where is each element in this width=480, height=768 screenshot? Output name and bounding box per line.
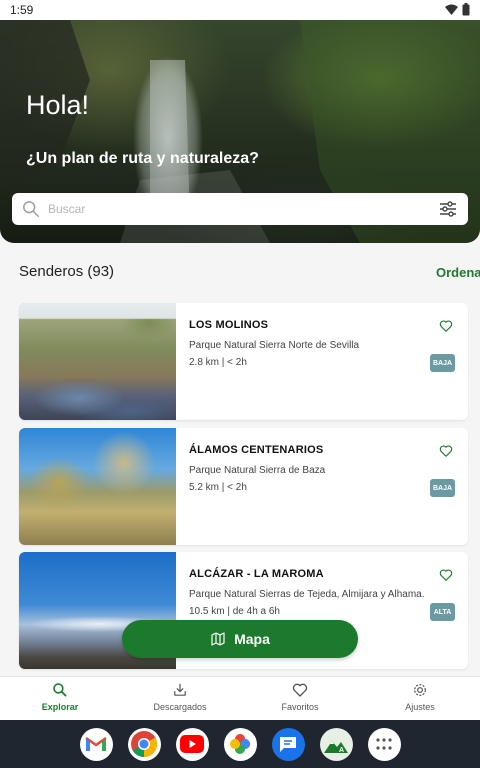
status-time: 1:59 [10,3,34,17]
trail-park: Parque Natural Sierras de Tejeda, Almija… [189,589,425,600]
trail-name: ALCÁZAR - LA MAROMA [189,568,324,580]
trail-park: Parque Natural Sierra de Baza [189,465,326,476]
trail-card[interactable]: LOS MOLINOS Parque Natural Sierra Norte … [19,303,468,420]
messages-icon[interactable] [271,727,305,761]
chrome-icon[interactable] [127,727,161,761]
trail-card[interactable]: ÁLAMOS CENTENARIOS Parque Natural Sierra… [19,428,468,545]
nav-explore[interactable]: Explorar [0,677,120,720]
nav-label: Descargados [153,702,207,712]
youtube-icon[interactable] [175,727,209,761]
trail-meta: 5.2 km | < 2h [189,482,247,493]
greeting-title: Hola! [26,90,90,120]
search-icon [23,201,39,217]
trail-park: Parque Natural Sierra Norte de Sevilla [189,340,360,351]
favorite-heart-icon[interactable] [439,568,453,582]
nav-downloads[interactable]: Descargados [120,677,240,720]
hero-subtitle: ¿Un plan de ruta y naturaleza? [26,150,259,167]
download-icon [174,683,186,696]
trail-name: LOS MOLINOS [189,319,269,331]
search-icon [53,683,67,697]
map-icon [211,632,225,646]
difficulty-badge: BAJA [430,479,455,497]
settings-icon [414,684,426,696]
nav-label: Explorar [41,702,79,712]
trail-image [19,428,176,545]
filter-icon[interactable] [438,199,458,219]
status-bar: 1:59 [0,0,480,20]
svg-text:A: A [339,747,344,754]
trails-app-icon[interactable]: A [319,727,353,761]
difficulty-badge: BAJA [430,354,455,372]
map-button[interactable]: Mapa [122,620,358,658]
sort-button[interactable]: Ordenar [436,265,480,280]
difficulty-badge: ALTA [430,603,455,621]
status-icons [445,3,470,16]
app-drawer-icon[interactable] [367,727,401,761]
nav-favorites[interactable]: Favoritos [240,677,360,720]
photos-icon[interactable] [223,727,257,761]
trail-meta: 10.5 km | de 4h a 6h [189,606,280,617]
heart-icon [292,683,308,697]
trail-image [19,303,176,420]
hero-banner: Hola! ¿Un plan de ruta y naturaleza? [0,20,480,243]
favorite-heart-icon[interactable] [439,444,453,458]
favorite-heart-icon[interactable] [439,319,453,333]
app-dock: A [0,720,480,768]
trail-name: ÁLAMOS CENTENARIOS [189,444,324,456]
gmail-icon[interactable] [79,727,113,761]
nav-settings[interactable]: Ajustes [360,677,480,720]
search-input[interactable] [48,202,438,216]
search-bar[interactable] [12,193,468,225]
nav-label: Favoritos [281,702,319,712]
battery-icon [462,3,470,16]
bottom-navigation: Explorar Descargados Favoritos Ajustes [0,676,480,720]
nav-label: Ajustes [405,702,435,712]
wifi-icon [445,4,458,15]
map-button-label: Mapa [234,631,270,647]
trail-meta: 2.8 km | < 2h [189,357,247,368]
trails-count-title: Senderos (93) [19,263,115,280]
